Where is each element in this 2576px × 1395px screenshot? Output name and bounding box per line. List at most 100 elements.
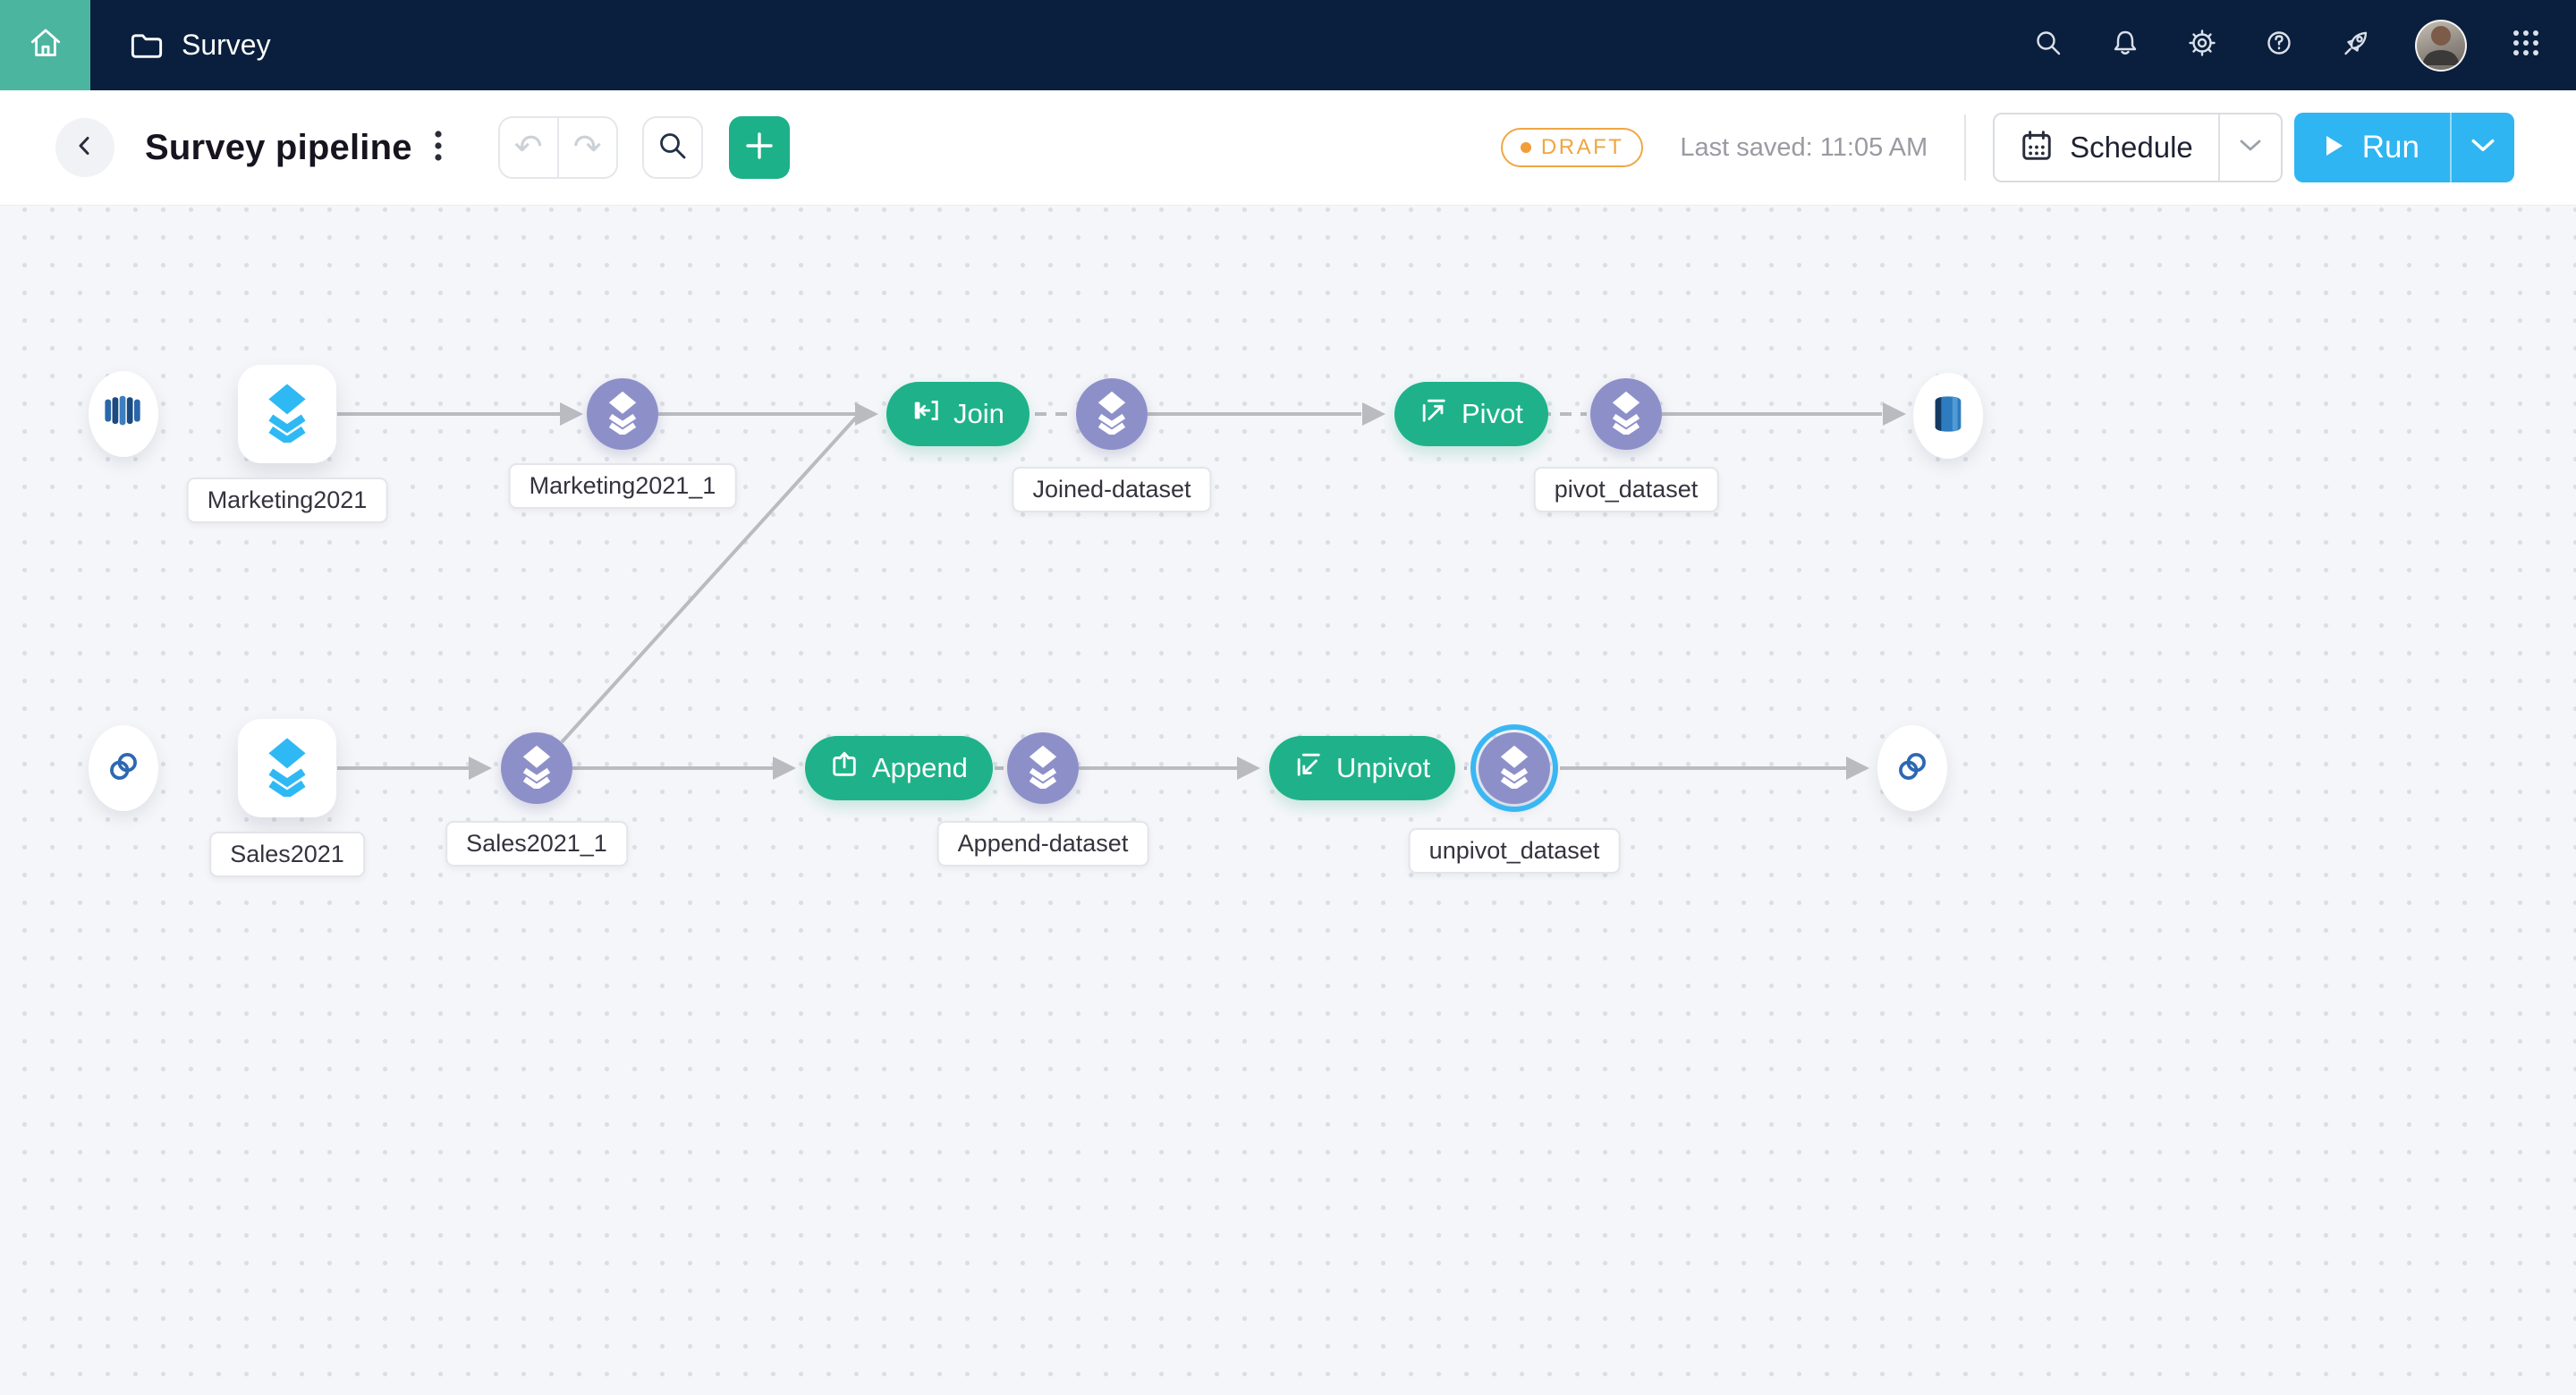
undo-button[interactable]: ↶ (500, 118, 557, 177)
layers-icon (259, 736, 315, 801)
add-node-button[interactable] (729, 116, 790, 179)
transform-node-join[interactable]: Join (886, 382, 1030, 446)
node-label-joined-dataset[interactable]: Joined-dataset (1012, 467, 1211, 512)
bell-icon (2109, 27, 2141, 63)
redo-icon: ↷ (573, 131, 602, 165)
append-icon (830, 750, 859, 786)
transform-node-unpivot[interactable]: Unpivot (1269, 736, 1455, 800)
notifications-button[interactable] (2107, 28, 2143, 63)
database-cylinder-icon (1928, 393, 1969, 439)
chevron-down-icon (2470, 138, 2496, 158)
undo-icon: ↶ (514, 131, 543, 165)
pipeline-canvas[interactable]: Marketing2021 Marketing2021_1 Join (0, 206, 2576, 1395)
transform-label: Unpivot (1336, 752, 1430, 784)
schedule-dropdown-button[interactable] (2218, 114, 2281, 181)
dataset-node-unpivot-dataset-selected[interactable] (1479, 732, 1550, 804)
topbar-actions (2030, 20, 2544, 72)
gear-icon (2186, 27, 2218, 63)
layers-icon (517, 744, 556, 793)
rocket-icon (2340, 27, 2372, 63)
node-label-unpivot-dataset[interactable]: unpivot_dataset (1409, 828, 1621, 874)
run-label: Run (2362, 130, 2419, 165)
user-avatar[interactable] (2415, 20, 2467, 72)
transform-label: Pivot (1462, 398, 1523, 430)
home-icon (26, 23, 65, 67)
status-label: DRAFT (1541, 135, 1624, 160)
layers-icon (1495, 744, 1534, 793)
pipeline-connections (0, 206, 2576, 1395)
table-source-icon (103, 392, 144, 437)
back-button[interactable] (55, 118, 114, 177)
node-label-marketing2021[interactable]: Marketing2021 (187, 478, 388, 523)
source-node-crm[interactable] (89, 725, 158, 811)
join-icon (911, 396, 940, 432)
topbar: Survey (0, 0, 2576, 90)
kebab-icon (434, 129, 443, 167)
schedule-label: Schedule (2070, 131, 2193, 165)
dataset-node-marketing2021-1[interactable] (587, 378, 658, 450)
node-label-sales2021[interactable]: Sales2021 (209, 832, 365, 877)
dataset-node-marketing2021[interactable] (238, 365, 336, 463)
title-more-menu[interactable] (434, 129, 443, 167)
status-dot (1521, 142, 1531, 153)
redo-button[interactable]: ↷ (557, 118, 616, 177)
transform-node-append[interactable]: Append (805, 736, 993, 800)
breadcrumb[interactable]: Survey (130, 29, 271, 62)
folder-icon (130, 30, 164, 61)
unpivot-icon (1294, 750, 1323, 786)
layers-icon (1023, 744, 1063, 793)
chevron-left-icon (73, 134, 97, 162)
crm-rings-icon (104, 747, 143, 790)
dataset-node-joined-dataset[interactable] (1076, 378, 1148, 450)
calendar-icon (2020, 129, 2054, 167)
node-label-append-dataset[interactable]: Append-dataset (937, 821, 1149, 867)
breadcrumb-label: Survey (182, 29, 271, 62)
schedule-main[interactable]: Schedule (1995, 114, 2218, 181)
run-main[interactable]: Run (2294, 113, 2450, 182)
apps-menu-button[interactable] (2508, 28, 2544, 63)
dataset-node-pivot-dataset[interactable] (1590, 378, 1662, 450)
run-button: Run (2294, 113, 2514, 182)
source-node-table[interactable] (89, 371, 158, 457)
transform-label: Join (953, 398, 1004, 430)
undo-redo-group: ↶ ↷ (498, 116, 618, 179)
toolbar-right: DRAFT Last saved: 11:05 AM Schedule (1501, 113, 2514, 182)
dataset-node-sales2021-1[interactable] (501, 732, 572, 804)
status-badge: DRAFT (1501, 128, 1644, 167)
schedule-button: Schedule (1993, 113, 2283, 182)
last-saved-text: Last saved: 11:05 AM (1680, 133, 1928, 163)
play-icon (2325, 134, 2344, 162)
pipeline-toolbar: Survey pipeline ↶ ↷ DRA (0, 90, 2576, 206)
run-dropdown-button[interactable] (2450, 113, 2514, 182)
person-icon (2417, 21, 2465, 70)
whats-new-button[interactable] (2338, 28, 2374, 63)
transform-label: Append (872, 752, 968, 784)
dataset-node-sales2021[interactable] (238, 719, 336, 817)
question-icon (2263, 27, 2295, 63)
page-title: Survey pipeline (145, 128, 412, 168)
search-icon (2032, 27, 2064, 63)
toolbar-divider (1964, 114, 1966, 181)
layers-icon (603, 390, 642, 439)
settings-button[interactable] (2184, 28, 2220, 63)
canvas-search-button[interactable] (642, 116, 703, 179)
node-label-marketing2021-1[interactable]: Marketing2021_1 (509, 463, 737, 509)
home-button[interactable] (0, 0, 90, 90)
pivot-icon (1419, 396, 1448, 432)
apps-grid-icon (2510, 27, 2542, 63)
plus-icon (744, 131, 775, 165)
chevron-down-icon (2239, 139, 2262, 157)
help-button[interactable] (2261, 28, 2297, 63)
layers-icon (259, 382, 315, 447)
layers-icon (1606, 390, 1646, 439)
destination-node-database[interactable] (1913, 373, 1983, 459)
layers-icon (1092, 390, 1131, 439)
crm-rings-icon (1893, 747, 1932, 790)
search-icon (657, 131, 688, 165)
transform-node-pivot[interactable]: Pivot (1394, 382, 1548, 446)
node-label-sales2021-1[interactable]: Sales2021_1 (445, 821, 628, 867)
destination-node-crm[interactable] (1877, 725, 1947, 811)
dataset-node-append-dataset[interactable] (1007, 732, 1079, 804)
node-label-pivot-dataset[interactable]: pivot_dataset (1534, 467, 1719, 512)
search-global-button[interactable] (2030, 28, 2066, 63)
